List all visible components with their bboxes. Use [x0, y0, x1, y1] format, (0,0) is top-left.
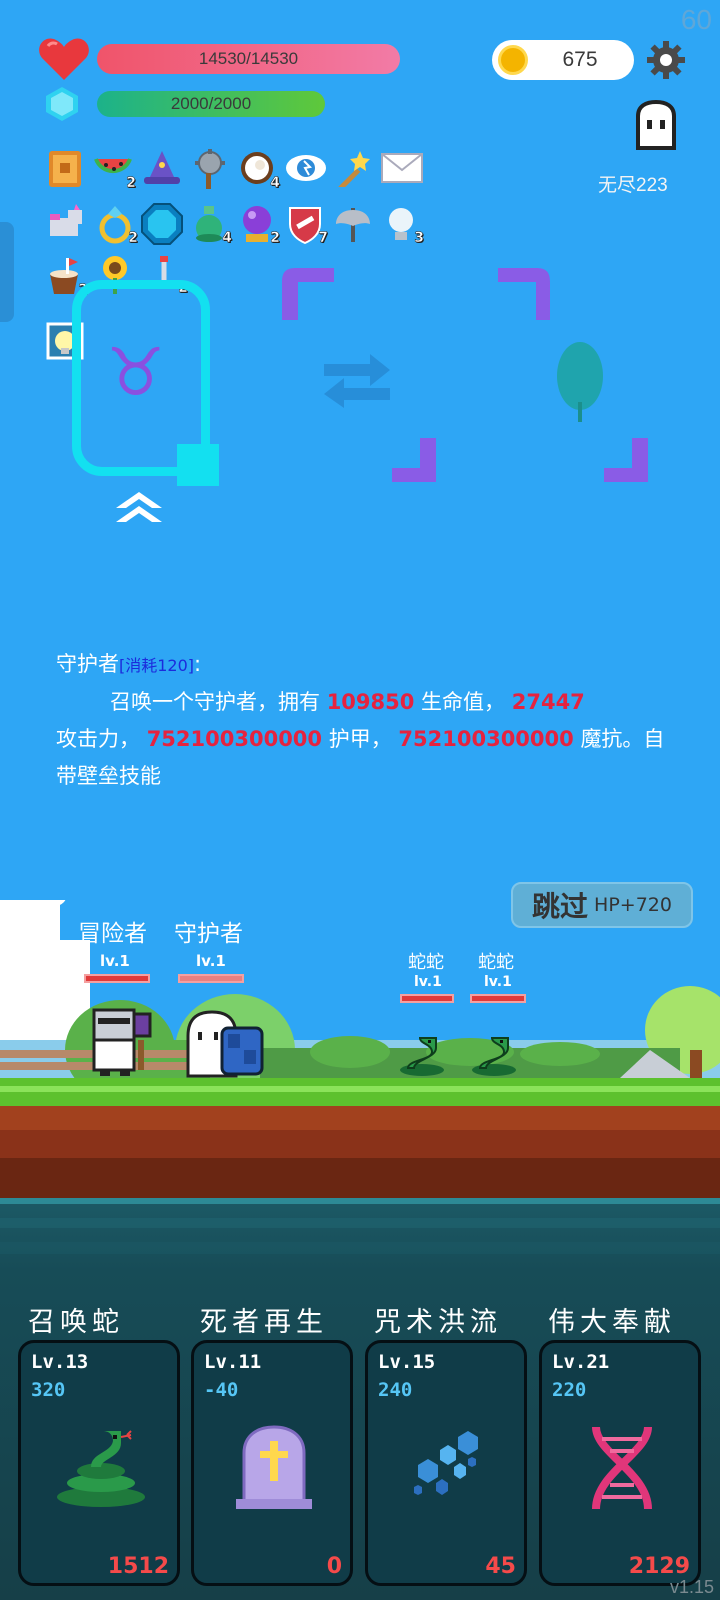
description-atk: 27447	[511, 690, 585, 714]
guardian-sprite	[186, 1010, 264, 1078]
fps-counter: 60	[680, 4, 712, 35]
skill-level: Lv.11	[204, 1351, 262, 1373]
snake-enemy-2	[472, 1037, 516, 1076]
enemy-health-bar-2	[470, 994, 526, 1003]
leaf-icon	[557, 342, 603, 422]
mana-gem-icon	[46, 87, 78, 121]
skill-level: Lv.15	[378, 1351, 436, 1373]
description-hp: 109850	[326, 690, 415, 714]
skill-title-1: 召唤蛇	[28, 1307, 124, 1338]
description-magic-resist: 752100300000	[398, 727, 574, 751]
skill-cost: 320	[31, 1379, 66, 1401]
envelope-icon[interactable]	[380, 152, 424, 190]
hexagons-icon	[414, 1431, 478, 1495]
ghost-icon[interactable]	[632, 100, 680, 150]
lightning-eye-icon[interactable]	[284, 149, 326, 187]
coin-value: 675	[562, 48, 598, 71]
gem-icon[interactable]	[140, 202, 184, 246]
skill-title-3: 咒术洪流	[374, 1307, 502, 1338]
adventurer-sprite	[92, 1008, 152, 1076]
version-label: v1.15	[669, 1577, 714, 1597]
description-armor: 752100300000	[146, 727, 323, 751]
skill-cost: -40	[204, 1379, 239, 1401]
enemy-health-bar-1	[400, 994, 454, 1003]
skill-level: Lv.13	[31, 1351, 89, 1373]
description-text-2: 生命值，	[421, 690, 506, 714]
skill-card-summon-snake[interactable]: Lv.13 320 1512	[18, 1340, 180, 1586]
dna-icon	[592, 1426, 652, 1510]
settings-gear-icon[interactable]	[646, 40, 686, 80]
skill-cost: 240	[378, 1379, 413, 1401]
heart-icon	[39, 38, 89, 80]
frame-corner-tl	[282, 268, 334, 320]
skill-count: 0	[326, 1554, 342, 1579]
frame-corner-br	[604, 438, 648, 482]
endless-level-label: 无尽223	[598, 175, 668, 196]
skill-card-great-devotion[interactable]: Lv.21 220 2129	[539, 1340, 701, 1586]
skill-card-curse-torrent[interactable]: Lv.15 240 45	[365, 1340, 527, 1586]
tombstone-icon	[236, 1425, 312, 1509]
swap-arrows-icon[interactable]	[324, 350, 390, 408]
slot-corner	[177, 444, 219, 486]
potion-icon[interactable]: 4	[190, 204, 232, 246]
skill-title-4: 伟大奉献	[548, 1307, 676, 1338]
battle-scene: 冒险者 lv.1 守护者 lv.1 蛇蛇 lv.1 蛇蛇 lv.1	[0, 900, 720, 1200]
mace-icon[interactable]	[190, 149, 228, 189]
guardian-health-bar	[178, 974, 244, 983]
description-text-3: 攻击力，	[56, 727, 140, 751]
book-icon[interactable]	[46, 149, 84, 187]
drink-icon[interactable]: 2	[46, 256, 88, 298]
frame-corner-bl	[392, 438, 436, 482]
description-name: 守护者	[56, 652, 119, 676]
unit-level-adventurer: lv.1	[100, 952, 130, 970]
wizard-hat-icon[interactable]	[142, 149, 180, 187]
crystal-ball-icon[interactable]: 2	[238, 204, 280, 246]
shield-icon[interactable]: 7	[286, 204, 328, 246]
skill-count: 45	[485, 1554, 516, 1579]
coin-counter[interactable]: 675	[492, 40, 634, 80]
enemy-level-2: lv.1	[484, 974, 512, 990]
enemy-name-1: 蛇蛇	[408, 952, 444, 973]
skill-count: 2129	[628, 1554, 690, 1579]
unicorn-icon[interactable]	[46, 204, 84, 242]
taurus-icon: ♉	[106, 334, 166, 411]
side-drawer-tab[interactable]	[0, 222, 14, 322]
skill-card-resurrect[interactable]: Lv.11 -40 0	[191, 1340, 353, 1586]
snake-icon	[57, 1430, 145, 1507]
description-cost: [消耗120]	[119, 656, 195, 675]
enemy-level-1: lv.1	[414, 974, 442, 990]
skill-description: 守护者[消耗120]: 召唤一个守护者，拥有 109850 生命值， 27447…	[56, 646, 666, 795]
description-text-1: 召唤一个守护者，拥有	[110, 690, 320, 714]
watermelon-icon[interactable]: 2	[94, 149, 136, 191]
description-colon: :	[194, 652, 202, 676]
mp-bar: 2000/2000	[97, 91, 325, 117]
upgrade-arrows-icon[interactable]	[116, 492, 162, 528]
magic-wand-icon[interactable]	[332, 149, 370, 191]
coin-icon	[498, 45, 528, 75]
hp-bar: 14530/14530	[97, 44, 400, 74]
unit-level-guardian: lv.1	[196, 952, 226, 970]
panel-water-texture	[0, 1198, 720, 1254]
ring-icon[interactable]: 2	[96, 204, 138, 246]
enemy-name-2: 蛇蛇	[478, 952, 514, 973]
unit-name-adventurer: 冒险者	[78, 921, 147, 947]
axe-icon[interactable]	[334, 204, 372, 242]
unit-name-guardian: 守护者	[174, 921, 243, 947]
skill-level: Lv.21	[552, 1351, 610, 1373]
snake-enemy-1	[400, 1037, 444, 1076]
skill-cost: 220	[552, 1379, 587, 1401]
frame-corner-tr	[498, 268, 550, 320]
lightbulb-icon[interactable]: 3	[382, 204, 424, 246]
adventurer-health-bar	[84, 974, 150, 983]
description-text-4: 护甲，	[328, 727, 392, 751]
coconut-icon[interactable]: 4	[238, 149, 280, 191]
skill-title-2: 死者再生	[200, 1307, 328, 1338]
skill-count: 1512	[107, 1554, 169, 1579]
